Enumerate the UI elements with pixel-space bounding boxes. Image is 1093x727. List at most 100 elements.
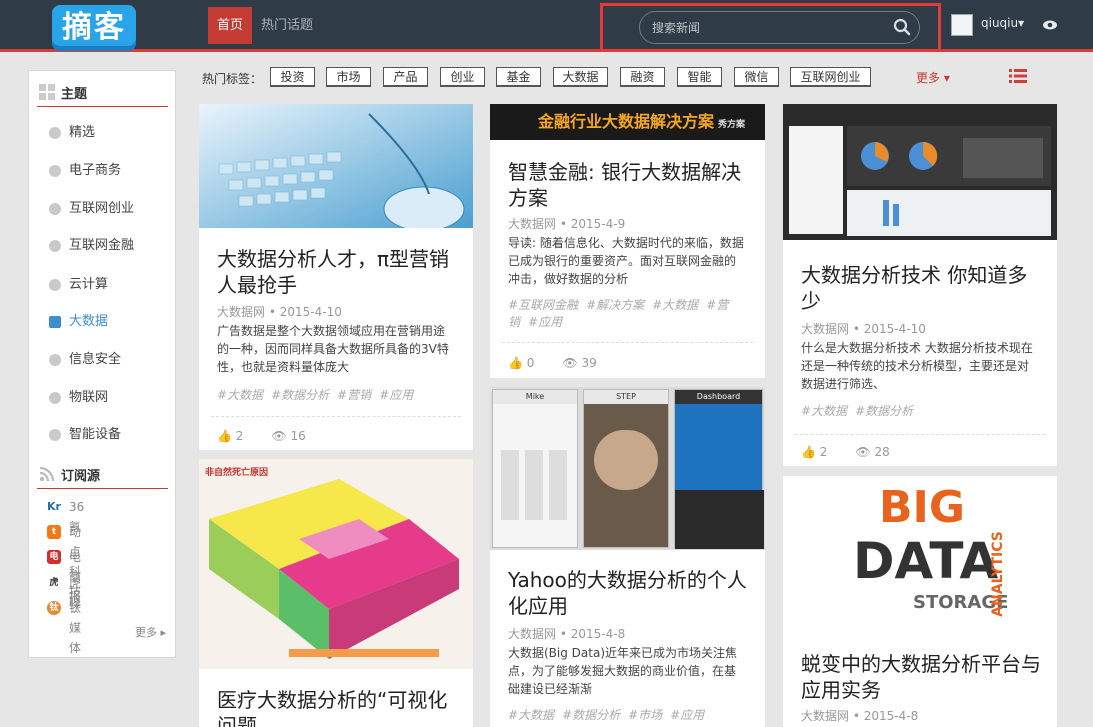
news-card[interactable]: BIG DATA STORAGE ANALYTICS 蜕变中的大数据分析平台与应… [783,476,1057,727]
card-source[interactable]: 大数据网 [508,627,556,641]
eye-icon[interactable] [1042,17,1058,33]
phone-label: STEP [584,390,668,404]
kr-logo-icon: Kr [47,500,61,514]
card-tag[interactable]: #营销 [337,388,371,402]
tag-invest[interactable]: 投资 [270,67,315,87]
search-input[interactable] [652,12,882,43]
app-grid [501,450,571,520]
card-tag[interactable]: #解决方案 [586,298,644,312]
tag-market[interactable]: 市场 [326,67,371,87]
tag-startup[interactable]: 创业 [440,67,485,87]
list-view-icon[interactable] [1009,68,1027,84]
tag-wechat[interactable]: 微信 [734,67,779,87]
tmtpost-logo-icon: 钛 [47,601,61,615]
card-tag[interactable]: #应用 [379,388,413,402]
banner-image: 金融行业大数据解决方案 秀方案 [490,104,765,140]
bag-icon [49,165,61,177]
cloud-icon [49,279,61,291]
avatar[interactable] [951,14,973,36]
dongdian-logo-icon: t [47,525,61,539]
phone-label: Mike [493,390,577,404]
news-card[interactable]: 大数据分析人才，π型营销人最抢手 大数据网 • 2015-4-10 广告数据是整… [199,104,473,450]
money-icon [49,240,61,252]
sidebar-item-ecommerce[interactable]: 电子商务 [49,160,169,182]
card-source[interactable]: 大数据网 [217,305,265,319]
sidebar-item-featured[interactable]: 精选 [49,122,169,144]
sidebar-item-label: 智能设备 [69,427,122,442]
like-count[interactable]: 👍 0 [508,356,548,370]
card-source[interactable]: 大数据网 [801,709,849,723]
infographic-graphic [209,479,459,659]
hot-tags-label: 热门标签： [202,72,263,86]
sidebar-item-label: 大数据 [69,314,109,329]
sidebar: 主题 精选 电子商务 互联网创业 互联网金融 云计算 大数据 信息安全 物联网 … [28,70,176,658]
card-title[interactable]: 智慧金融: 银行大数据解决方案 [508,159,749,211]
card-tag[interactable]: #数据分析 [562,708,620,722]
news-card[interactable]: 非自然死亡原因 医疗大数据分析的“可视化问题 [199,459,473,727]
card-source[interactable]: 大数据网 [508,217,556,231]
hand-icon [49,429,61,441]
card-tag[interactable]: #大数据 [217,388,263,402]
sidebar-item-security[interactable]: 信息安全 [49,349,169,371]
card-tag[interactable]: #市场 [628,708,662,722]
news-card[interactable]: Mike STEP Dashboard Yahoo的大数据分析的个人化应用 大数… [490,387,765,727]
sidebar-item-fintech[interactable]: 互联网金融 [49,235,169,257]
card-meta: 大数据网 • 2015-4-10 [801,322,926,336]
card-title[interactable]: 蜕变中的大数据分析平台与应用实务 [801,651,1041,703]
card-stats: 👍 2 👁 16 [217,429,334,443]
search-icon[interactable] [893,18,911,36]
card-title[interactable]: Yahoo的大数据分析的个人化应用 [508,567,749,619]
tag-internet-startup[interactable]: 互联网创业 [790,67,871,87]
feeds-more-link[interactable]: 更多 ▸ [135,624,166,640]
more-tags-dropdown[interactable]: 更多 ▾ [916,69,950,86]
search-highlight-box [600,3,941,52]
card-stats: 👍 2 👁 28 [801,445,918,459]
card-tags: #大数据 #数据分析 #市场 #应用 [508,706,712,723]
topics-heading: 主题 [37,77,168,107]
tag-bigdata[interactable]: 大数据 [553,67,608,87]
card-title[interactable]: 大数据分析人才，π型营销人最抢手 [217,246,457,298]
sidebar-item-label: 互联网金融 [69,238,135,253]
card-source[interactable]: 大数据网 [801,322,849,336]
sidebar-item-bigdata[interactable]: 大数据 [49,311,169,333]
card-tag[interactable]: #大数据 [508,708,554,722]
news-card[interactable]: 金融行业大数据解决方案 秀方案 智慧金融: 银行大数据解决方案 大数据网 • 20… [490,104,765,378]
card-title[interactable]: 医疗大数据分析的“可视化问题 [217,687,457,727]
card-stats: 👍 0 👁 39 [508,356,625,370]
card-tag[interactable]: #应用 [670,708,704,722]
nav-hot-topics[interactable]: 热门话题 [261,7,313,44]
sidebar-item-cloud[interactable]: 云计算 [49,274,169,296]
view-value: 16 [290,429,306,443]
user-menu[interactable]: qiuqiu▾ [981,16,1024,30]
like-count[interactable]: 👍 2 [217,429,257,443]
card-tag[interactable]: #数据分析 [855,404,913,418]
tag-financing[interactable]: 融资 [620,67,665,87]
card-meta: 大数据网 • 2015-4-9 [508,217,626,231]
sidebar-item-label: 物联网 [69,390,109,405]
tag-product[interactable]: 产品 [383,67,428,87]
shield-icon [49,354,61,366]
card-date: 2015-4-8 [570,627,626,641]
news-card[interactable]: 大数据分析技术 你知道多少 大数据网 • 2015-4-10 什么是大数据分析技… [783,104,1057,466]
feeds-heading: 订阅源 [37,459,168,489]
sidebar-item-smart-devices[interactable]: 智能设备 [49,424,169,446]
card-tag[interactable]: #应用 [528,315,562,329]
view-value: 39 [581,356,597,370]
card-tag[interactable]: #数据分析 [271,388,329,402]
dianshangbao-logo-icon: 电 [47,550,61,564]
sidebar-item-label: 信息安全 [69,352,122,367]
nav-home[interactable]: 首页 [208,7,252,44]
like-count[interactable]: 👍 2 [801,445,841,459]
tag-smart[interactable]: 智能 [677,67,722,87]
card-title[interactable]: 大数据分析技术 你知道多少 [801,262,1041,314]
view-count: 👁 16 [271,429,306,443]
card-tag[interactable]: #大数据 [801,404,847,418]
site-logo[interactable]: 摘客 [52,5,136,51]
sidebar-item-iot[interactable]: 物联网 [49,387,169,409]
dashboard-screenshot-image [783,104,1057,240]
tag-fund[interactable]: 基金 [496,67,541,87]
card-tag[interactable]: #互联网金融 [508,298,578,312]
like-value: 2 [235,429,244,443]
card-tag[interactable]: #大数据 [652,298,698,312]
sidebar-item-startup[interactable]: 互联网创业 [49,198,169,220]
